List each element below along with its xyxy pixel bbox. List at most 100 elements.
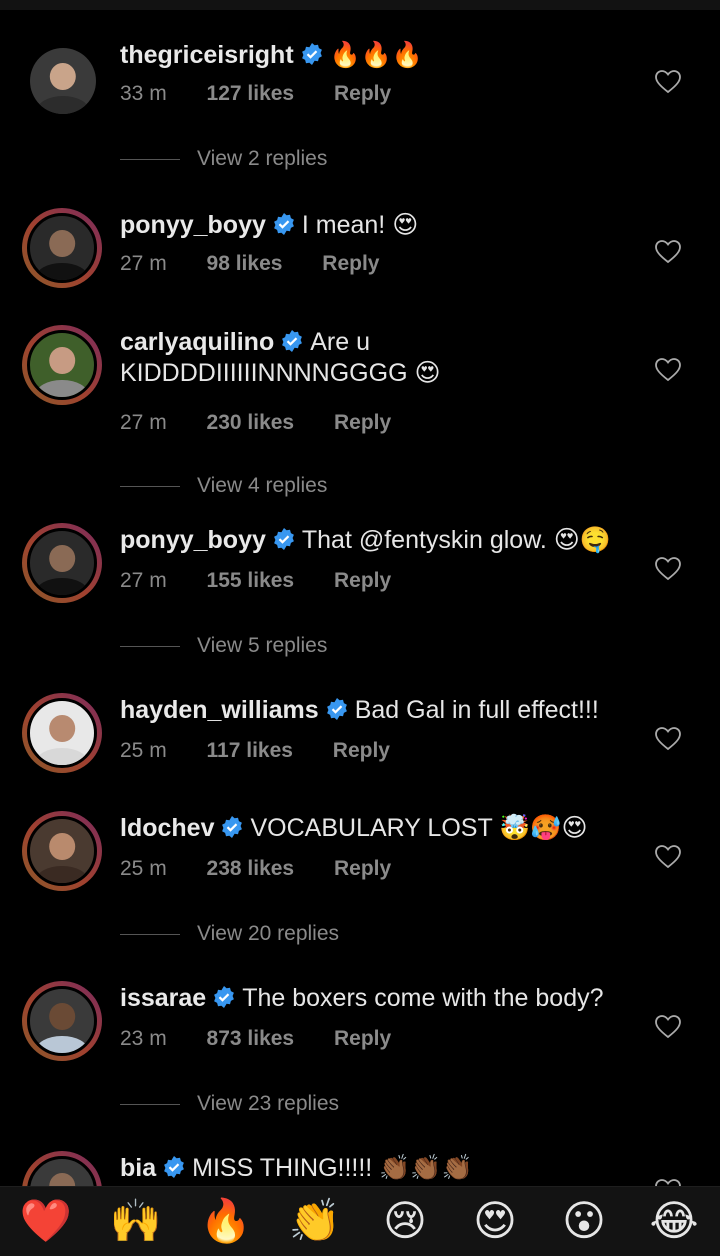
comment-line: bia MISS THING!!!!! 👏🏾👏🏾👏🏾 xyxy=(120,1153,640,1184)
avatar-image xyxy=(27,213,97,283)
comment-time: 27 m xyxy=(120,569,167,592)
comment-meta: 33 m 127 likes Reply xyxy=(120,80,391,108)
heart-icon[interactable] xyxy=(655,240,681,264)
comment-time: 33 m xyxy=(120,82,167,105)
heart-icon[interactable] xyxy=(655,70,681,94)
avatar[interactable] xyxy=(22,325,102,405)
heart-icon[interactable] xyxy=(655,845,681,869)
replies-divider xyxy=(120,1103,180,1105)
comment-time: 25 m xyxy=(120,739,167,762)
comment-meta: 27 m 230 likes Reply xyxy=(120,409,391,437)
comment-text: 🔥🔥🔥 xyxy=(329,41,424,69)
username[interactable]: ponyy_boyy xyxy=(120,211,266,239)
comment-meta: 25 m 238 likes Reply xyxy=(120,855,391,883)
comment-text: The boxers come with the body? xyxy=(242,984,604,1012)
username[interactable]: bia xyxy=(120,1154,156,1182)
view-replies-link[interactable]: View 4 replies xyxy=(120,472,327,500)
username[interactable]: carlyaquilino xyxy=(120,328,274,356)
comment-text: MISS THING!!!!! 👏🏾👏🏾👏🏾 xyxy=(192,1154,473,1182)
likes-count[interactable]: 155 likes xyxy=(207,567,295,595)
reply-button[interactable]: Reply xyxy=(334,80,391,108)
reply-button[interactable]: Reply xyxy=(322,250,379,278)
username[interactable]: ldochev xyxy=(120,814,214,842)
emoji-surprised-button[interactable]: 😮 xyxy=(558,1195,610,1247)
emoji-laughing-button[interactable]: 😂 xyxy=(648,1195,700,1247)
avatar-shoulders xyxy=(36,379,88,397)
avatar-shoulders xyxy=(36,1035,88,1053)
replies-divider xyxy=(120,645,180,647)
avatar-shoulders xyxy=(36,747,88,765)
avatar-image xyxy=(27,528,97,598)
reply-button[interactable]: Reply xyxy=(333,737,390,765)
heart-icon[interactable] xyxy=(655,358,681,382)
view-replies-link[interactable]: View 5 replies xyxy=(120,632,327,660)
heart-icon[interactable] xyxy=(655,1179,681,1186)
replies-divider xyxy=(120,933,180,935)
verified-badge-icon xyxy=(273,213,294,235)
verified-badge-icon xyxy=(164,1156,185,1178)
emoji-clap-button[interactable]: 👏 xyxy=(289,1195,341,1247)
avatar-face xyxy=(49,833,75,860)
comment-text: That @fentyskin glow. 😍🤤 xyxy=(301,526,611,554)
avatar-image xyxy=(27,698,97,768)
view-replies-link[interactable]: View 20 replies xyxy=(120,920,339,948)
likes-count[interactable]: 230 likes xyxy=(207,409,295,437)
comment-line: issarae The boxers come with the body? xyxy=(120,983,640,1014)
username[interactable]: thegriceisright xyxy=(120,41,294,69)
view-replies-label: View 23 replies xyxy=(197,1092,340,1115)
avatar[interactable] xyxy=(22,523,102,603)
emoji-fire-button[interactable]: 🔥 xyxy=(200,1195,252,1247)
likes-count[interactable]: 98 likes xyxy=(207,250,283,278)
avatar-image xyxy=(27,986,97,1056)
comment-time: 27 m xyxy=(120,411,167,434)
avatar-shoulders xyxy=(36,577,88,595)
emoji-raised-hands-button[interactable]: 🙌 xyxy=(110,1195,162,1247)
reply-button[interactable]: Reply xyxy=(334,1025,391,1053)
comments-list[interactable]: thegriceisright 🔥🔥🔥 33 m 127 likes Reply … xyxy=(0,10,720,1186)
username[interactable]: ponyy_boyy xyxy=(120,526,266,554)
avatar-face xyxy=(49,545,75,572)
comment-text: VOCABULARY LOST 🤯🥵😍 xyxy=(250,814,588,842)
likes-count[interactable]: 117 likes xyxy=(207,737,293,765)
avatar[interactable] xyxy=(22,1151,102,1186)
heart-icon[interactable] xyxy=(655,557,681,581)
heart-icon[interactable] xyxy=(655,727,681,751)
comment-line: hayden_williams Bad Gal in full effect!!! xyxy=(120,695,640,726)
avatar[interactable] xyxy=(22,981,102,1061)
likes-count[interactable]: 238 likes xyxy=(207,855,295,883)
view-replies-label: View 2 replies xyxy=(197,147,328,170)
view-replies-link[interactable]: View 23 replies xyxy=(120,1090,339,1118)
avatar[interactable] xyxy=(22,40,102,120)
view-replies-label: View 5 replies xyxy=(197,634,328,657)
avatar-face xyxy=(49,1003,75,1030)
reply-button[interactable]: Reply xyxy=(334,567,391,595)
emoji-crying-button[interactable]: 😢 xyxy=(379,1195,431,1247)
avatar-shoulders xyxy=(36,262,88,280)
avatar-image xyxy=(27,1156,97,1186)
view-replies-link[interactable]: View 2 replies xyxy=(120,145,327,173)
avatar[interactable] xyxy=(22,208,102,288)
comment-text: Bad Gal in full effect!!! xyxy=(354,696,599,724)
heart-icon[interactable] xyxy=(655,1015,681,1039)
username[interactable]: issarae xyxy=(120,984,206,1012)
likes-count[interactable]: 127 likes xyxy=(207,80,295,108)
username[interactable]: hayden_williams xyxy=(120,696,319,724)
reply-button[interactable]: Reply xyxy=(334,409,391,437)
comment-line: ldochev VOCABULARY LOST 🤯🥵😍 xyxy=(120,813,640,844)
emoji-heart-button[interactable]: ❤️ xyxy=(20,1195,72,1247)
likes-count[interactable]: 873 likes xyxy=(207,1025,295,1053)
avatar-face xyxy=(49,230,75,257)
avatar[interactable] xyxy=(22,811,102,891)
avatar-shoulders xyxy=(36,865,88,883)
comment-time: 27 m xyxy=(120,252,167,275)
avatar-face xyxy=(49,1173,75,1186)
comment-line: carlyaquilino Are u KIDDDDIIIIIINNNNGGGG … xyxy=(120,327,450,389)
status-strip xyxy=(0,0,720,10)
emoji-heart-eyes-button[interactable]: 😍 xyxy=(469,1195,521,1247)
verified-badge-icon xyxy=(282,330,303,352)
avatar-image xyxy=(27,816,97,886)
avatar[interactable] xyxy=(22,693,102,773)
reply-button[interactable]: Reply xyxy=(334,855,391,883)
comment-meta: 23 m 873 likes Reply xyxy=(120,1025,391,1053)
comment-time: 23 m xyxy=(120,1027,167,1050)
